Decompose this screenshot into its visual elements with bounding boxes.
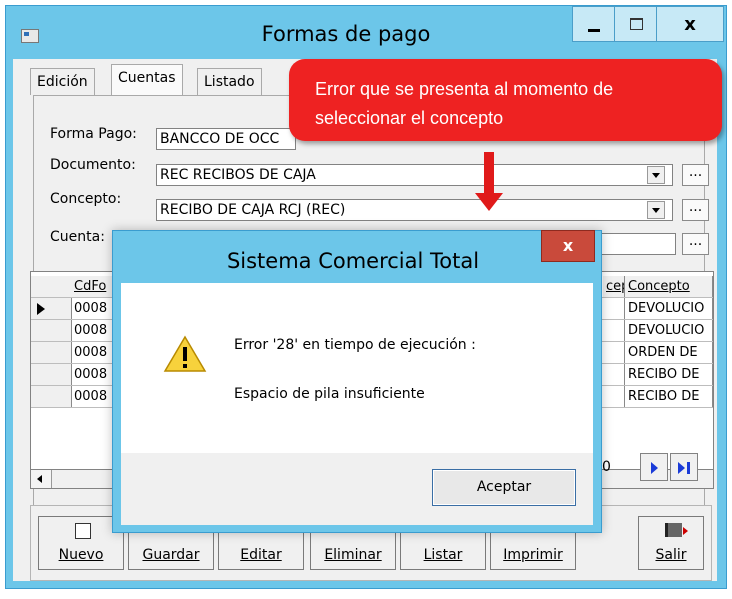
error-message: Error '28' en tiempo de ejecución : (234, 337, 476, 353)
dialog-close-button[interactable]: x (541, 230, 595, 262)
imprimir-label: Imprimir (503, 547, 563, 563)
header-concepto[interactable]: Concepto (625, 276, 713, 297)
maximize-button[interactable] (614, 6, 658, 42)
header-cep[interactable]: cep (603, 276, 625, 297)
concepto-dropdown-icon[interactable] (647, 201, 665, 219)
warning-icon (163, 335, 207, 372)
documento-lookup-button[interactable]: ... (682, 164, 709, 186)
close-button[interactable]: x (656, 6, 724, 42)
aceptar-button[interactable]: Aceptar (432, 469, 576, 506)
error-detail: Espacio de pila insuficiente (234, 386, 425, 402)
forma-pago-field[interactable]: BANCCO DE OCC (156, 128, 296, 150)
exit-icon (665, 523, 688, 537)
dialog-footer: Aceptar (121, 453, 593, 525)
salir-button[interactable]: Salir (638, 516, 704, 570)
eliminar-label: Eliminar (324, 547, 382, 563)
row-selector[interactable] (31, 298, 72, 319)
title-bar[interactable]: Formas de pago x (6, 6, 726, 60)
new-document-icon (75, 523, 91, 539)
dialog-title: Sistema Comercial Total (226, 249, 480, 273)
scroll-left-icon[interactable] (31, 470, 52, 488)
cell-concepto[interactable]: ORDEN DE (625, 342, 713, 363)
documento-label: Documento: (50, 157, 136, 173)
row-selector[interactable] (31, 364, 72, 385)
cell-concepto[interactable]: RECIBO DE (625, 386, 713, 407)
cell-cep[interactable] (603, 342, 625, 363)
cell-cep[interactable] (603, 320, 625, 341)
minimize-button[interactable] (572, 6, 616, 42)
annotation-callout: Error que se presenta al momento de sele… (289, 59, 722, 141)
tab-listado[interactable]: Listado (197, 68, 262, 95)
concepto-label: Concepto: (50, 191, 122, 207)
cuenta-label: Cuenta: (50, 229, 105, 245)
cell-cep[interactable] (603, 386, 625, 407)
header-cdfo[interactable]: CdFo (71, 276, 117, 297)
cell-concepto[interactable]: DEVOLUCIO (625, 298, 713, 319)
documento-select[interactable]: REC RECIBOS DE CAJA (156, 164, 673, 186)
nuevo-label: Nuevo (58, 547, 104, 563)
annotation-arrow (484, 152, 494, 196)
last-record-button[interactable] (670, 453, 698, 481)
row-selector[interactable] (31, 386, 72, 407)
cell-cdfo[interactable]: 0008 (71, 320, 117, 341)
cell-cep[interactable] (603, 298, 625, 319)
error-dialog: Sistema Comercial Total x Error '28' en … (112, 230, 602, 533)
guardar-label: Guardar (142, 547, 200, 563)
annotation-text: Error que se presenta al momento de sele… (315, 75, 613, 133)
annotation-arrow-head (475, 193, 503, 211)
cuenta-lookup-button[interactable]: ... (682, 233, 709, 255)
cell-concepto[interactable]: RECIBO DE (625, 364, 713, 385)
documento-dropdown-icon[interactable] (647, 166, 665, 184)
cell-cdfo[interactable]: 0008 (71, 342, 117, 363)
cell-cdfo[interactable]: 0008 (71, 386, 117, 407)
annotation-line-1: Error que se presenta al momento de (315, 79, 614, 99)
annotation-line-2: seleccionar el concepto (315, 108, 504, 128)
page-number: 0 (602, 459, 611, 475)
row-selector[interactable] (31, 342, 72, 363)
tab-edicion[interactable]: Edición (30, 68, 95, 95)
salir-label: Salir (655, 547, 687, 563)
concepto-lookup-button[interactable]: ... (682, 199, 709, 221)
minimize-icon (588, 28, 600, 32)
cell-cep[interactable] (603, 364, 625, 385)
cell-cdfo[interactable]: 0008 (71, 364, 117, 385)
dialog-body: Error '28' en tiempo de ejecución : Espa… (121, 283, 593, 453)
header-selector (31, 276, 72, 297)
next-record-button[interactable] (640, 453, 668, 481)
maximize-icon (629, 18, 643, 30)
listar-label: Listar (423, 547, 463, 563)
concepto-select[interactable]: RECIBO DE CAJA RCJ (REC) (156, 199, 673, 221)
tab-cuentas[interactable]: Cuentas (111, 64, 183, 95)
editar-label: Editar (240, 547, 282, 563)
forma-pago-label: Forma Pago: (50, 126, 137, 142)
current-row-icon (37, 303, 45, 315)
cell-concepto[interactable]: DEVOLUCIO (625, 320, 713, 341)
row-selector[interactable] (31, 320, 72, 341)
cell-cdfo[interactable]: 0008 (71, 298, 117, 319)
